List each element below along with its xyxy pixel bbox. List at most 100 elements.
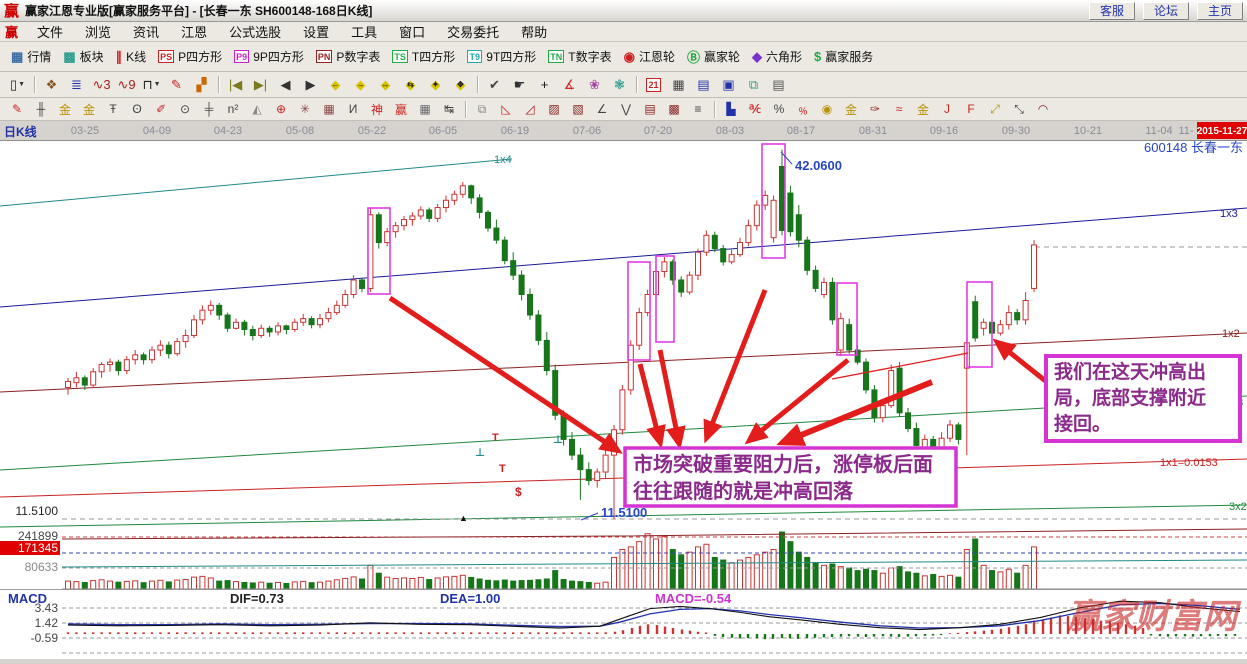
prev-page-icon[interactable]: ◀ bbox=[274, 75, 297, 95]
time-circle-icon[interactable]: ⊙ bbox=[174, 100, 196, 118]
menu-item-设置[interactable]: 设置 bbox=[292, 22, 340, 41]
menu-item-江恩[interactable]: 江恩 bbox=[170, 22, 218, 41]
speed-slash-icon[interactable]: ⤡ bbox=[1008, 100, 1030, 118]
arc-tool-icon[interactable]: ◠ bbox=[1032, 100, 1054, 118]
mirror-icon[interactable]: ◭ bbox=[246, 100, 268, 118]
9t-square-button[interactable]: T99T四方形 bbox=[461, 46, 542, 67]
calendar-icon[interactable]: 21 bbox=[642, 75, 665, 95]
calculator-icon[interactable]: ▦ bbox=[667, 75, 690, 95]
j-line-icon[interactable]: J bbox=[936, 100, 958, 118]
9p-square-button[interactable]: P99P四方形 bbox=[228, 46, 310, 67]
winner-service-button[interactable]: $赢家服务 bbox=[808, 46, 879, 67]
gold-band-icon[interactable]: 金 bbox=[912, 100, 934, 118]
menu-item-文件[interactable]: 文件 bbox=[26, 22, 74, 41]
zoom-all-icon[interactable]: ◆✦ bbox=[424, 75, 447, 95]
wave-band-icon[interactable]: ≈ bbox=[888, 100, 910, 118]
n-squared-icon[interactable]: n² bbox=[222, 100, 244, 118]
ink-brush-icon[interactable]: ✑ bbox=[864, 100, 886, 118]
next-page-icon[interactable]: ▶ bbox=[299, 75, 322, 95]
smart-brain-icon[interactable]: ❃ bbox=[608, 75, 631, 95]
star-burst-icon[interactable]: ✳ bbox=[294, 100, 316, 118]
notes-icon[interactable]: ≣ bbox=[65, 75, 88, 95]
candle-type-icon[interactable]: ⊓▼ bbox=[140, 75, 163, 95]
last-page-icon[interactable]: ▶| bbox=[249, 75, 272, 95]
menu-item-交易委托[interactable]: 交易委托 bbox=[436, 22, 510, 41]
hexagon-button[interactable]: ◆六角形 bbox=[746, 46, 808, 67]
fan-box-icon[interactable]: ◿ bbox=[519, 100, 541, 118]
gold-ruler-2-icon[interactable]: 金 bbox=[78, 100, 100, 118]
retrace-icon[interactable]: ℀ bbox=[744, 100, 766, 118]
kline-button[interactable]: ∥K线 bbox=[110, 46, 153, 67]
box-select-icon[interactable]: ⧉ bbox=[471, 100, 493, 118]
wave-3-icon[interactable]: ∿3 bbox=[90, 75, 113, 95]
expert-mark-icon[interactable]: ✎ bbox=[165, 75, 188, 95]
gann-wheel-button[interactable]: ◉江恩轮 bbox=[618, 46, 681, 67]
menu-item-窗口[interactable]: 窗口 bbox=[388, 22, 436, 41]
menu-item-工具[interactable]: 工具 bbox=[340, 22, 388, 41]
v-wave-icon[interactable]: ⋁ bbox=[615, 100, 637, 118]
angle-measure-icon[interactable]: ∡ bbox=[558, 75, 581, 95]
capture-icon[interactable]: ⧉ bbox=[742, 75, 765, 95]
forum-button[interactable]: 论坛 bbox=[1143, 2, 1189, 20]
grid-a-icon[interactable]: ▤ bbox=[639, 100, 661, 118]
kline-chart-canvas[interactable]: 03-2504-0904-2305-0805-2206-0506-1907-06… bbox=[0, 121, 1247, 659]
compress-h-icon[interactable]: ◆⇆ bbox=[399, 75, 422, 95]
save-icon[interactable]: ▣ bbox=[717, 75, 740, 95]
t-square-button[interactable]: TST四方形 bbox=[386, 46, 461, 67]
grid-b-icon[interactable]: ▩ bbox=[663, 100, 685, 118]
expand-h-icon[interactable]: ◆↔ bbox=[374, 75, 397, 95]
p-table-button[interactable]: PNP数字表 bbox=[310, 46, 387, 67]
color-chart-icon[interactable]: ▞ bbox=[190, 75, 213, 95]
tick-comb-icon[interactable]: ╪ bbox=[198, 100, 220, 118]
menu-item-帮助[interactable]: 帮助 bbox=[510, 22, 558, 41]
menu-item-资讯[interactable]: 资讯 bbox=[122, 22, 170, 41]
trend-check-icon[interactable]: ✔ bbox=[483, 75, 506, 95]
print-icon[interactable]: ▤ bbox=[767, 75, 790, 95]
speed-mark-icon[interactable]: И bbox=[342, 100, 364, 118]
parallel-icon[interactable]: ≡ bbox=[687, 100, 709, 118]
gold-ruler-1-icon[interactable]: 金 bbox=[54, 100, 76, 118]
quotes-button[interactable]: ▦行情 bbox=[5, 46, 57, 67]
f-ruler-icon[interactable]: Ŧ bbox=[102, 100, 124, 118]
price-grid-icon[interactable]: ▦ bbox=[414, 100, 436, 118]
span-arrow-icon[interactable]: ↹ bbox=[438, 100, 460, 118]
pattern-search-icon[interactable]: ❖ bbox=[40, 75, 63, 95]
gann-box-icon[interactable]: ▙ bbox=[720, 100, 742, 118]
percent-icon[interactable]: % bbox=[768, 100, 790, 118]
wave-9-icon[interactable]: ∿9 bbox=[115, 75, 138, 95]
gann-flower-icon[interactable]: ❀ bbox=[583, 75, 606, 95]
angle-pencil-icon[interactable]: ✐ bbox=[150, 100, 172, 118]
draw-pencil-icon[interactable]: ✎ bbox=[6, 100, 28, 118]
p-square-button[interactable]: PSP四方形 bbox=[152, 46, 228, 67]
shade-box-2-icon[interactable]: ▧ bbox=[567, 100, 589, 118]
grid-target-icon[interactable]: ▦ bbox=[318, 100, 340, 118]
shift-left-icon[interactable]: ◆← bbox=[324, 75, 347, 95]
crosshair-icon[interactable]: + bbox=[533, 75, 556, 95]
gold-slash-icon[interactable]: ⤢ bbox=[984, 100, 1006, 118]
fan-lines-icon[interactable]: ◺ bbox=[495, 100, 517, 118]
angle-set-icon[interactable]: ∠ bbox=[591, 100, 613, 118]
gold-circle-icon[interactable]: ◉ bbox=[816, 100, 838, 118]
shift-right-icon[interactable]: ◆→ bbox=[349, 75, 372, 95]
spiral-icon[interactable]: ʘ bbox=[126, 100, 148, 118]
menu-item-公式选股[interactable]: 公式选股 bbox=[218, 22, 292, 41]
sectors-button[interactable]: ▩板块 bbox=[57, 46, 109, 67]
homepage-button[interactable]: 主页 bbox=[1197, 2, 1243, 20]
winner-wheel-button[interactable]: Ⓑ赢家轮 bbox=[681, 45, 746, 68]
t-table-button[interactable]: TNT数字表 bbox=[542, 46, 617, 67]
target-cross-icon[interactable]: ⊕ bbox=[270, 100, 292, 118]
shade-box-1-icon[interactable]: ▨ bbox=[543, 100, 565, 118]
percent-line-icon[interactable]: ﹪ bbox=[792, 100, 814, 118]
gold-line-icon[interactable]: 金 bbox=[840, 100, 862, 118]
gann-grid-icon[interactable]: 神 bbox=[366, 100, 388, 118]
pan-free-icon[interactable]: ◆✥ bbox=[449, 75, 472, 95]
tick-ruler-icon[interactable]: ╫ bbox=[30, 100, 52, 118]
first-page-icon[interactable]: |◀ bbox=[224, 75, 247, 95]
menu-item-浏览[interactable]: 浏览 bbox=[74, 22, 122, 41]
memo-icon[interactable]: ▤ bbox=[692, 75, 715, 95]
hand-drag-icon[interactable]: ☛ bbox=[508, 75, 531, 95]
customer-service-button[interactable]: 客服 bbox=[1089, 2, 1135, 20]
candle-style-picker[interactable]: ▯▼ bbox=[6, 75, 29, 95]
f-line-icon[interactable]: F bbox=[960, 100, 982, 118]
winner-grid-icon[interactable]: 赢 bbox=[390, 100, 412, 118]
